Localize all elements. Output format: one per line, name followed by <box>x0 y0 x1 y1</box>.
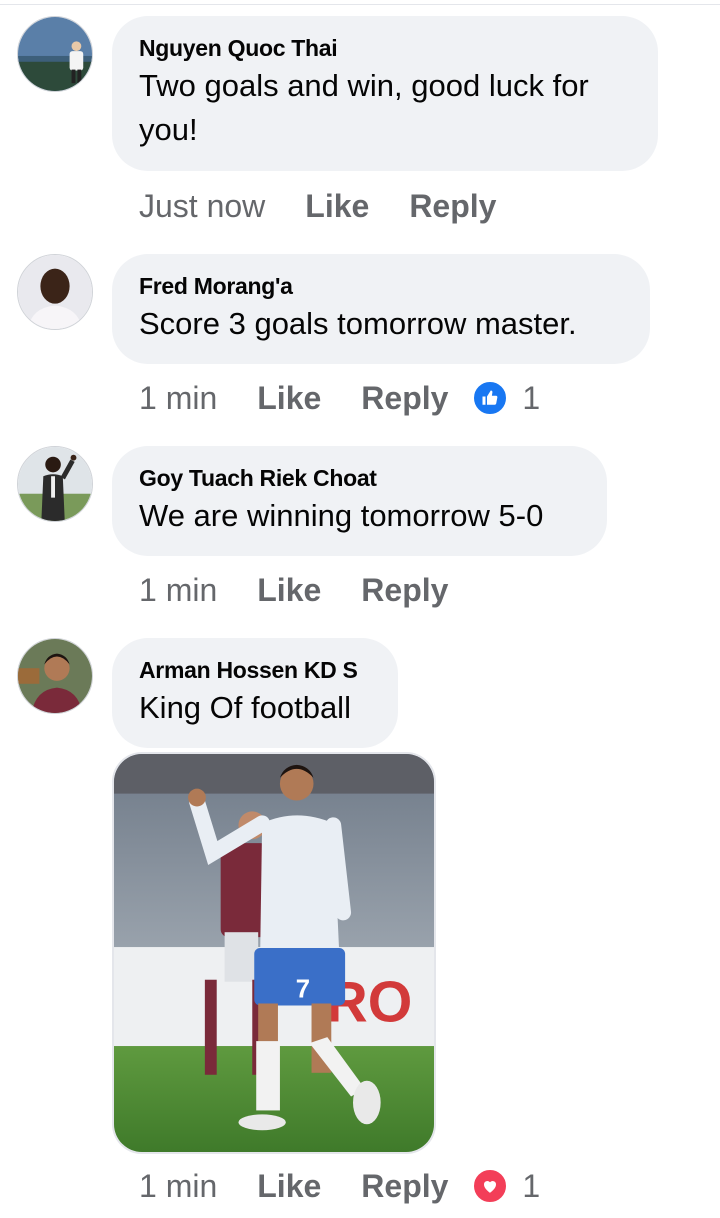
reply-button[interactable]: Reply <box>361 1168 448 1205</box>
svg-text:7: 7 <box>296 976 310 1004</box>
avatar[interactable] <box>17 638 93 714</box>
like-button[interactable]: Like <box>257 572 321 609</box>
comment-text: We are winning tomorrow 5-0 <box>139 498 544 533</box>
comment-author[interactable]: Nguyen Quoc Thai <box>139 34 631 62</box>
like-button[interactable]: Like <box>257 1168 321 1205</box>
comment-author[interactable]: Goy Tuach Riek Choat <box>139 464 580 492</box>
comment-timestamp[interactable]: 1 min <box>139 572 217 609</box>
avatar-photo <box>18 255 92 329</box>
comment-bubble: Fred Morang'a Score 3 goals tomorrow mas… <box>112 254 650 364</box>
reply-button[interactable]: Reply <box>361 572 448 609</box>
comment-actions: 1 min Like Reply <box>139 570 448 610</box>
comment-author[interactable]: Arman Hossen KD S <box>139 656 371 684</box>
reaction-summary[interactable]: 1 <box>472 1168 540 1205</box>
comment-bubble: Nguyen Quoc Thai Two goals and win, good… <box>112 16 658 171</box>
comment-timestamp[interactable]: 1 min <box>139 380 217 417</box>
comment-photo-attachment[interactable]: RO 7 <box>112 752 436 1154</box>
comment-bubble: Arman Hossen KD S King Of football <box>112 638 398 748</box>
comment-actions: 1 min Like Reply 1 <box>139 1166 540 1206</box>
top-divider <box>0 4 720 5</box>
comment-author[interactable]: Fred Morang'a <box>139 272 623 300</box>
like-button[interactable]: Like <box>257 380 321 417</box>
comment-timestamp[interactable]: 1 min <box>139 1168 217 1205</box>
avatar-photo <box>18 17 92 91</box>
avatar-photo <box>18 447 92 521</box>
reaction-summary[interactable]: 1 <box>472 380 540 417</box>
comment-timestamp[interactable]: Just now <box>139 188 265 225</box>
reply-button[interactable]: Reply <box>409 188 496 225</box>
comment-actions: 1 min Like Reply 1 <box>139 378 540 418</box>
comment-bubble: Goy Tuach Riek Choat We are winning tomo… <box>112 446 607 556</box>
avatar[interactable] <box>17 16 93 92</box>
avatar[interactable] <box>17 254 93 330</box>
avatar[interactable] <box>17 446 93 522</box>
like-button[interactable]: Like <box>305 188 369 225</box>
football-player-photo: RO 7 <box>114 754 434 1152</box>
reply-button[interactable]: Reply <box>361 380 448 417</box>
comment-text: Score 3 goals tomorrow master. <box>139 306 577 341</box>
reaction-count: 1 <box>522 379 541 416</box>
comment-text: Two goals and win, good luck for you! <box>139 68 589 147</box>
reaction-count: 1 <box>522 1167 541 1204</box>
heart-icon <box>472 1168 509 1204</box>
avatar-photo <box>18 639 92 713</box>
comment-actions: Just now Like Reply <box>139 186 496 226</box>
thumbs-up-icon <box>472 380 509 416</box>
comment-text: King Of football <box>139 690 351 725</box>
